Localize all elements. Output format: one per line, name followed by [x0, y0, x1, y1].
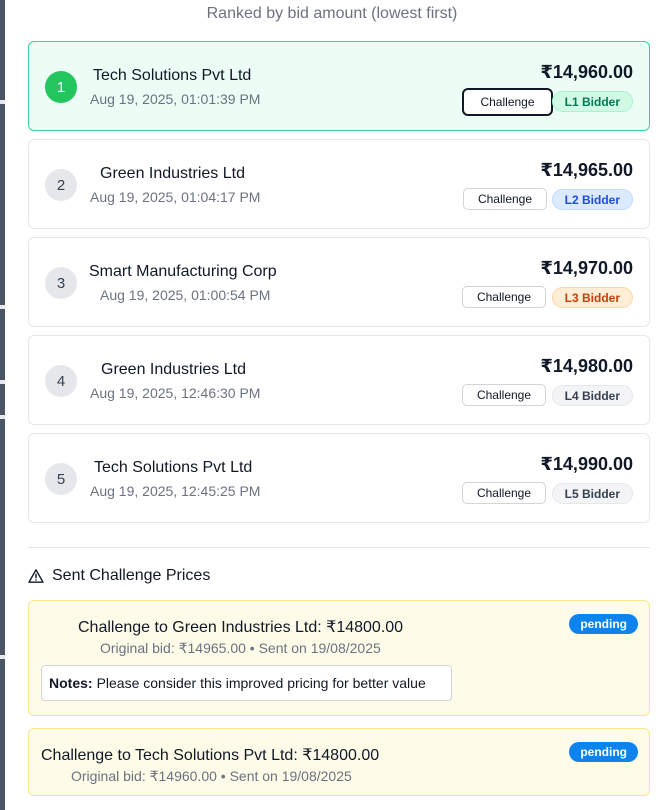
bidder-level-badge: L1 Bidder	[551, 91, 633, 112]
sent-challenges-heading: Sent Challenge Prices	[28, 566, 210, 586]
bid-amount: ₹14,965.00	[540, 160, 633, 180]
bidder-level-badge: L4 Bidder	[551, 385, 633, 406]
bid-card-1: 1 Tech Solutions Pvt Ltd Aug 19, 2025, 0…	[28, 41, 650, 131]
bid-timestamp: Aug 19, 2025, 01:00:54 PM	[100, 287, 271, 303]
challenge-notes: Notes: Please consider this improved pri…	[41, 665, 452, 701]
challenge-meta: Original bid: ₹14960.00 • Sent on 19/08/…	[71, 768, 352, 784]
bidder-level-badge: L5 Bidder	[551, 483, 633, 504]
challenge-meta: Original bid: ₹14965.00 • Sent on 19/08/…	[100, 640, 381, 656]
bidder-name: Green Industries Ltd	[100, 165, 245, 182]
challenge-card-2: Challenge to Tech Solutions Pvt Ltd: ₹14…	[28, 728, 650, 796]
bid-amount: ₹14,970.00	[540, 258, 633, 278]
rank-badge: 1	[45, 71, 77, 103]
bid-timestamp: Aug 19, 2025, 01:01:39 PM	[90, 91, 261, 107]
bidder-level-badge: L3 Bidder	[551, 287, 633, 308]
section-title: Sent Challenge Prices	[52, 567, 211, 584]
bid-timestamp: Aug 19, 2025, 01:04:17 PM	[90, 189, 261, 205]
challenge-title: Challenge to Green Industries Ltd: ₹1480…	[78, 619, 404, 636]
bid-card-2: 2 Green Industries Ltd Aug 19, 2025, 01:…	[28, 139, 650, 229]
challenge-button[interactable]: Challenge	[462, 482, 546, 504]
bidder-name: Tech Solutions Pvt Ltd	[94, 459, 253, 476]
challenge-button[interactable]: Challenge	[462, 286, 546, 308]
bid-timestamp: Aug 19, 2025, 12:46:30 PM	[90, 385, 261, 401]
warning-triangle-icon	[28, 569, 44, 583]
challenge-button[interactable]: Challenge	[462, 88, 553, 116]
rank-badge: 4	[45, 365, 77, 397]
rank-badge: 5	[45, 463, 77, 495]
bidder-level-badge: L2 Bidder	[551, 189, 633, 210]
bid-card-4: 4 Green Industries Ltd Aug 19, 2025, 12:…	[28, 335, 650, 425]
challenge-button[interactable]: Challenge	[462, 384, 546, 406]
rank-badge: 3	[45, 267, 77, 299]
bidder-name: Green Industries Ltd	[101, 361, 246, 378]
challenge-title: Challenge to Tech Solutions Pvt Ltd: ₹14…	[41, 747, 380, 764]
ranking-subtitle: Ranked by bid amount (lowest first)	[206, 5, 458, 22]
bid-card-5: 5 Tech Solutions Pvt Ltd Aug 19, 2025, 1…	[28, 433, 650, 523]
bid-timestamp: Aug 19, 2025, 12:45:25 PM	[90, 483, 261, 499]
bid-amount: ₹14,980.00	[540, 356, 633, 376]
challenge-button[interactable]: Challenge	[463, 188, 547, 210]
bid-ranking-panel: Ranked by bid amount (lowest first) 1 Te…	[5, 0, 659, 810]
challenge-card-1: Challenge to Green Industries Ltd: ₹1480…	[28, 600, 650, 716]
bid-amount: ₹14,960.00	[540, 62, 633, 82]
bidder-name: Smart Manufacturing Corp	[89, 263, 277, 280]
status-badge: pending	[569, 614, 638, 634]
bidder-name: Tech Solutions Pvt Ltd	[93, 67, 252, 84]
section-divider	[28, 547, 650, 548]
notes-label: Notes:	[49, 675, 93, 691]
status-badge: pending	[569, 742, 638, 762]
notes-text: Please consider this improved pricing fo…	[96, 675, 426, 691]
rank-badge: 2	[45, 169, 77, 201]
bid-card-3: 3 Smart Manufacturing Corp Aug 19, 2025,…	[28, 237, 650, 327]
bid-amount: ₹14,990.00	[540, 454, 633, 474]
